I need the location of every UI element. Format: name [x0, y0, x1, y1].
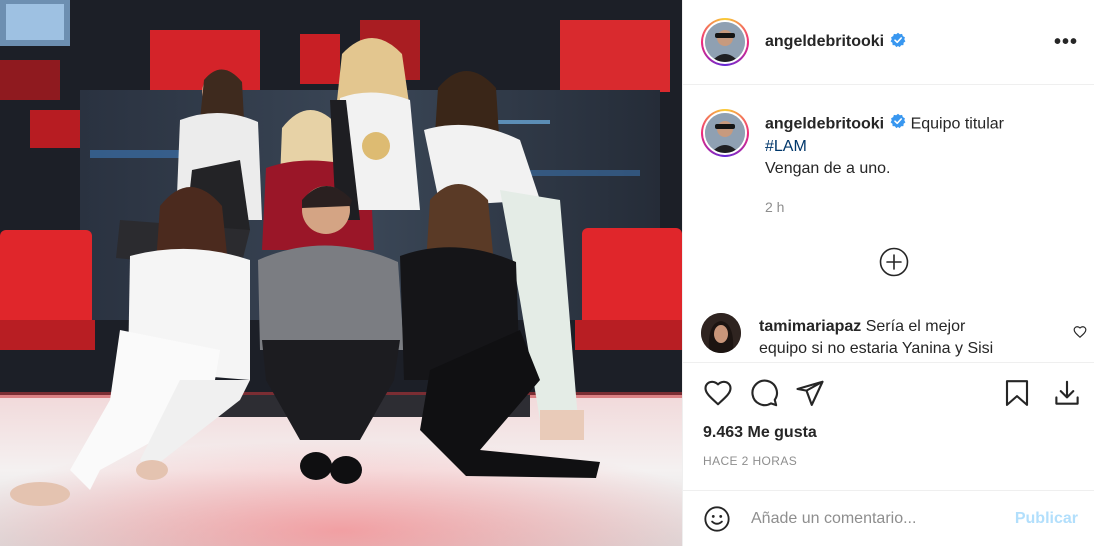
caption: angeldebritooki Equipo titular #LAM Veng…: [701, 109, 1078, 218]
instagram-post: angeldebritooki ••• angeldebritooki Equi…: [0, 0, 1094, 546]
comment-text: tamimariapaz Sería el mejor equipo si no…: [759, 313, 1009, 360]
avatar-border: [703, 20, 747, 64]
comment-item: tamimariapaz Sería el mejor equipo si no…: [701, 313, 1087, 360]
caption-avatar: [705, 113, 745, 153]
caption-hashtag[interactable]: #LAM: [765, 138, 807, 155]
action-bar: [683, 362, 1094, 422]
caption-avatar-image: [705, 113, 745, 153]
action-bar-right: [982, 378, 1082, 408]
more-options-icon[interactable]: •••: [1054, 31, 1078, 54]
plus-circle-icon[interactable]: [879, 247, 909, 282]
caption-avatar-border: [703, 111, 747, 155]
publish-button[interactable]: Publicar: [1015, 510, 1078, 528]
add-comment-bar: Publicar: [683, 490, 1094, 546]
caption-username[interactable]: angeldebritooki: [765, 116, 884, 133]
comment-avatar[interactable]: [701, 313, 741, 353]
post-side-panel: angeldebritooki ••• angeldebritooki Equi…: [682, 0, 1094, 546]
heart-icon[interactable]: [703, 378, 733, 408]
likes-count[interactable]: 9.463 Me gusta: [683, 422, 1094, 444]
post-timestamp[interactable]: HACE 2 HORAS: [683, 454, 1094, 472]
verified-badge-icon: [890, 32, 906, 53]
emoji-icon[interactable]: [703, 505, 731, 533]
post-header: angeldebritooki •••: [683, 0, 1094, 85]
story-ring[interactable]: [701, 18, 749, 66]
avatar: [705, 22, 745, 62]
bookmark-icon[interactable]: [1002, 378, 1032, 408]
caption-text: angeldebritooki Equipo titular #LAM Veng…: [765, 109, 1004, 218]
caption-body: Equipo titular: [910, 115, 1004, 133]
photo-image: [0, 0, 682, 546]
caption-time[interactable]: 2 h: [765, 196, 1004, 218]
comment-avatar-image: [701, 313, 741, 353]
caption-story-ring[interactable]: [701, 109, 749, 157]
post-photo[interactable]: [0, 0, 682, 546]
avatar-image: [705, 22, 745, 62]
header-username[interactable]: angeldebritooki: [765, 33, 884, 51]
download-icon[interactable]: [1052, 378, 1082, 408]
comment-input[interactable]: [749, 508, 1015, 529]
comments-section: angeldebritooki Equipo titular #LAM Veng…: [683, 85, 1094, 362]
caption-line2: Vengan de a uno.: [765, 160, 891, 177]
caption-verified-badge-icon: [890, 113, 906, 136]
comment-like-heart-icon[interactable]: [1073, 325, 1087, 344]
comment-icon[interactable]: [749, 378, 779, 408]
comment-username[interactable]: tamimariapaz: [759, 318, 861, 335]
share-icon[interactable]: [795, 378, 825, 408]
